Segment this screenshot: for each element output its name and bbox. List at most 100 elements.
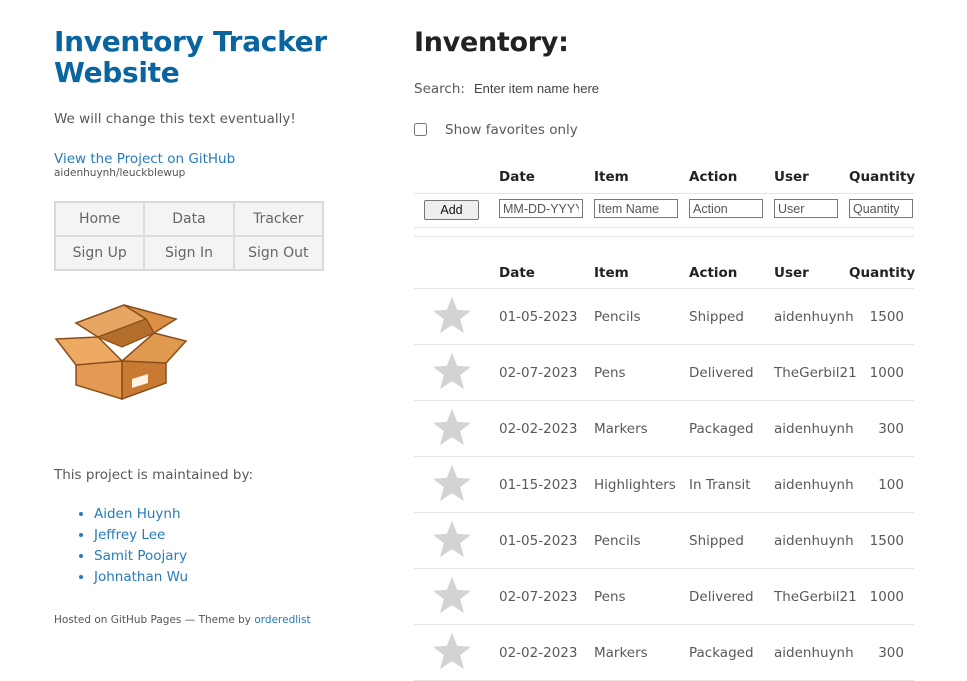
cell-action: Delivered xyxy=(689,589,754,605)
cell-date: 02-07-2023 xyxy=(499,365,578,381)
table-row: 02-02-2023 Markers Packaged aidenhuynh 3… xyxy=(414,625,914,681)
main-content: Inventory: Search: Show favorites only D… xyxy=(414,26,924,681)
table-row: 02-07-2023 Pens Delivered TheGerbil21 10… xyxy=(414,345,914,401)
cell-quantity: 300 xyxy=(878,421,904,437)
cell-quantity: 1000 xyxy=(869,589,904,605)
sidebar: Inventory Tracker Website We will change… xyxy=(54,26,354,626)
column-header-date: Date xyxy=(499,265,535,281)
nav-sign-up-button[interactable]: Sign Up xyxy=(55,236,145,270)
hosted-text: Hosted on GitHub Pages — Theme by xyxy=(54,614,255,626)
maintainer-item: Samit Poojary xyxy=(94,546,188,567)
maintainer-link-aiden-huynh[interactable]: Aiden Huynh xyxy=(94,506,181,522)
add-table-header: Date Item Action User Quantity xyxy=(414,163,916,194)
search-label: Search: xyxy=(414,81,465,97)
cell-date: 02-07-2023 xyxy=(499,589,578,605)
table-row: 02-07-2023 Pens Delivered TheGerbil21 10… xyxy=(414,569,914,625)
column-header-quantity: Quantity xyxy=(849,265,916,281)
table-row: 01-05-2023 Pencils Shipped aidenhuynh 15… xyxy=(414,513,914,569)
maintainer-link-jeffrey-lee[interactable]: Jeffrey Lee xyxy=(94,527,165,543)
column-header-item: Item xyxy=(594,265,629,281)
star-icon[interactable] xyxy=(432,464,472,504)
nav-sign-in-button[interactable]: Sign In xyxy=(144,236,234,270)
search-row: Search: xyxy=(414,78,678,98)
item-name-input[interactable] xyxy=(594,199,678,218)
site-title[interactable]: Inventory Tracker Website xyxy=(54,26,354,88)
tagline: We will change this text eventually! xyxy=(54,111,296,127)
star-icon[interactable] xyxy=(432,296,472,336)
table-row: 01-05-2023 Pencils Shipped aidenhuynh 15… xyxy=(414,289,914,345)
cell-quantity: 300 xyxy=(878,645,904,661)
nav-data-button[interactable]: Data xyxy=(144,202,234,236)
cardboard-box-icon xyxy=(54,304,188,401)
divider xyxy=(414,236,914,237)
cell-item: Pens xyxy=(594,365,626,381)
maintainer-item: Johnathan Wu xyxy=(94,567,188,588)
cell-quantity: 1000 xyxy=(869,365,904,381)
cell-action: Packaged xyxy=(689,421,754,437)
github-project-link[interactable]: View the Project on GitHub xyxy=(54,151,354,167)
nav-sign-out-button[interactable]: Sign Out xyxy=(233,236,323,270)
cell-user: TheGerbil21 xyxy=(774,589,857,605)
add-entry-row: Add xyxy=(414,193,914,228)
search-input[interactable] xyxy=(470,78,678,98)
user-input[interactable] xyxy=(774,199,838,218)
inventory-table-header: Date Item Action User Quantity xyxy=(414,259,916,289)
hosted-footer: Hosted on GitHub Pages — Theme by ordere… xyxy=(54,614,311,626)
maintainers-heading: This project is maintained by: xyxy=(54,467,253,483)
cell-user: aidenhuynh xyxy=(774,421,854,437)
cell-date: 01-05-2023 xyxy=(499,533,578,549)
column-header-action: Action xyxy=(689,265,738,281)
column-header-action: Action xyxy=(689,169,738,185)
cell-action: Shipped xyxy=(689,533,744,549)
star-icon[interactable] xyxy=(432,352,472,392)
action-input[interactable] xyxy=(689,199,763,218)
cell-date: 02-02-2023 xyxy=(499,645,578,661)
table-row: 01-15-2023 Highlighters In Transit aiden… xyxy=(414,457,914,513)
cell-item: Markers xyxy=(594,421,648,437)
theme-author-link[interactable]: orderedlist xyxy=(254,614,310,626)
column-header-user: User xyxy=(774,265,809,281)
date-input[interactable] xyxy=(499,199,583,218)
cell-date: 01-15-2023 xyxy=(499,477,578,493)
star-icon[interactable] xyxy=(432,632,472,672)
nav-tracker-button[interactable]: Tracker xyxy=(233,202,323,236)
cell-date: 02-02-2023 xyxy=(499,421,578,437)
favorites-label: Show favorites only xyxy=(445,122,578,138)
cell-user: aidenhuynh xyxy=(774,477,854,493)
cell-action: Shipped xyxy=(689,309,744,325)
cell-action: Delivered xyxy=(689,365,754,381)
page-title: Inventory: xyxy=(414,27,569,58)
cell-quantity: 1500 xyxy=(869,309,904,325)
maintainer-item: Aiden Huynh xyxy=(94,504,188,525)
cell-item: Pens xyxy=(594,589,626,605)
star-icon[interactable] xyxy=(432,408,472,448)
cell-user: aidenhuynh xyxy=(774,645,854,661)
cell-action: Packaged xyxy=(689,645,754,661)
cell-date: 01-05-2023 xyxy=(499,309,578,325)
add-button[interactable]: Add xyxy=(424,200,479,220)
star-icon[interactable] xyxy=(432,520,472,560)
column-header-user: User xyxy=(774,169,809,185)
github-repo-path: aidenhuynh/leuckblewup xyxy=(54,167,186,179)
maintainer-link-samit-poojary[interactable]: Samit Poojary xyxy=(94,548,187,564)
table-row: 02-02-2023 Markers Packaged aidenhuynh 3… xyxy=(414,401,914,457)
maintainers-list: Aiden Huynh Jeffrey Lee Samit Poojary Jo… xyxy=(54,504,188,588)
cell-item: Highlighters xyxy=(594,477,676,493)
star-icon[interactable] xyxy=(432,576,472,616)
cell-quantity: 100 xyxy=(878,477,904,493)
cell-quantity: 1500 xyxy=(869,533,904,549)
maintainer-link-johnathan-wu[interactable]: Johnathan Wu xyxy=(94,569,188,585)
cell-user: aidenhuynh xyxy=(774,533,854,549)
column-header-quantity: Quantity xyxy=(849,169,916,185)
inventory-table-body: 01-05-2023 Pencils Shipped aidenhuynh 15… xyxy=(414,289,914,681)
cell-item: Pencils xyxy=(594,309,641,325)
favorites-checkbox[interactable] xyxy=(414,123,427,136)
cell-item: Markers xyxy=(594,645,648,661)
column-header-item: Item xyxy=(594,169,629,185)
nav-home-button[interactable]: Home xyxy=(55,202,145,236)
quantity-input[interactable] xyxy=(849,199,913,218)
cell-action: In Transit xyxy=(689,477,751,493)
maintainer-item: Jeffrey Lee xyxy=(94,525,188,546)
column-header-date: Date xyxy=(499,169,535,185)
nav-grid: Home Data Tracker Sign Up Sign In Sign O… xyxy=(54,201,324,271)
